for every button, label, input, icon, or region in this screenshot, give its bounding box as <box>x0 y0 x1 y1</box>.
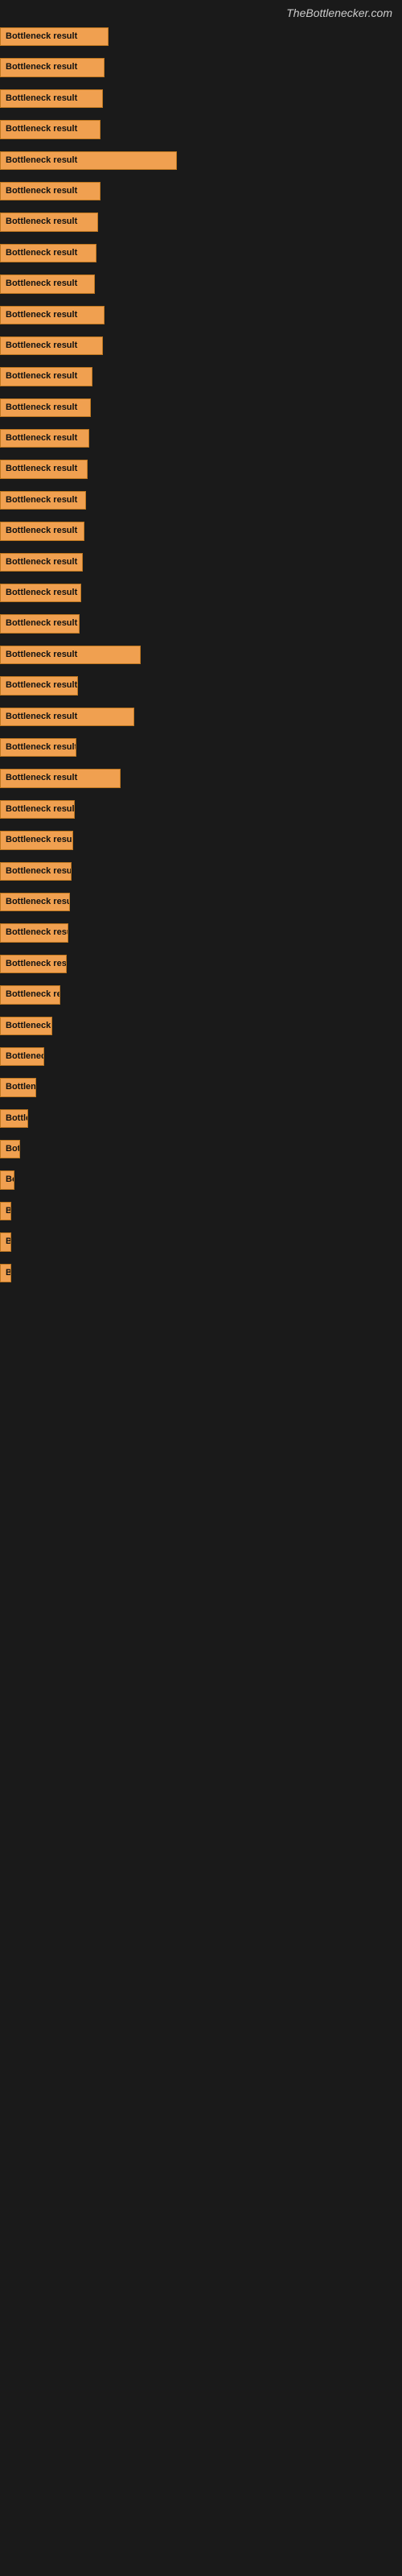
bottleneck-bar[interactable]: Bottleneck result <box>0 1264 11 1282</box>
bar-row: Bottleneck result <box>0 737 402 762</box>
bar-row: Bottleneck result <box>0 861 402 886</box>
bottleneck-bar[interactable]: Bottleneck result <box>0 893 70 911</box>
bottleneck-bar[interactable]: Bottleneck result <box>0 398 91 417</box>
bottleneck-bar[interactable]: Bottleneck result <box>0 120 100 138</box>
bar-row: Bottleneck result <box>0 489 402 515</box>
bottleneck-bar[interactable]: Bottleneck result <box>0 58 105 76</box>
site-title-bar: TheBottlenecker.com <box>0 0 402 23</box>
bar-row: Bottleneck result <box>0 799 402 824</box>
bottleneck-bar[interactable]: Bottleneck result <box>0 769 121 787</box>
bottleneck-bar[interactable]: Bottleneck result <box>0 151 177 170</box>
bottleneck-bar[interactable]: Bottleneck result <box>0 1078 36 1096</box>
bottleneck-bar[interactable]: Bottleneck result <box>0 646 141 664</box>
bottleneck-bar[interactable]: Bottleneck result <box>0 336 103 355</box>
bottleneck-bar[interactable]: Bottleneck result <box>0 306 105 324</box>
bar-row: Bottleneck result <box>0 335 402 361</box>
bottleneck-bar[interactable]: Bottleneck result <box>0 831 73 849</box>
bar-row: Bottleneck result <box>0 1262 402 1288</box>
bottleneck-bar[interactable]: Bottleneck result <box>0 213 98 231</box>
bar-row: Bottleneck result <box>0 1231 402 1257</box>
bar-row: Bottleneck result <box>0 582 402 608</box>
bar-row: Bottleneck result <box>0 397 402 423</box>
bottleneck-bar[interactable]: Bottleneck result <box>0 429 89 448</box>
bottleneck-bar[interactable]: Bottleneck result <box>0 708 134 726</box>
bottleneck-bar[interactable]: Bottleneck result <box>0 1047 44 1066</box>
bar-row: Bottleneck result <box>0 56 402 82</box>
bar-row: Bottleneck result <box>0 1138 402 1164</box>
bottleneck-bar[interactable]: Bottleneck result <box>0 1202 11 1220</box>
bottleneck-bar[interactable]: Bottleneck result <box>0 738 76 757</box>
bottleneck-bar[interactable]: Bottleneck result <box>0 1017 52 1035</box>
bar-row: Bottleneck result <box>0 1015 402 1041</box>
bar-row: Bottleneck result <box>0 953 402 979</box>
site-title: TheBottlenecker.com <box>0 0 402 23</box>
bar-row: Bottleneck result <box>0 88 402 114</box>
bar-row: Bottleneck result <box>0 150 402 175</box>
bar-row: Bottleneck result <box>0 458 402 484</box>
bar-row: Bottleneck result <box>0 427 402 453</box>
bottleneck-bar[interactable]: Bottleneck result <box>0 584 81 602</box>
bar-row: Bottleneck result <box>0 211 402 237</box>
bottleneck-bar[interactable]: Bottleneck result <box>0 862 72 881</box>
bar-row: Bottleneck result <box>0 273 402 299</box>
bar-row: Bottleneck result <box>0 1169 402 1195</box>
bar-row: Bottleneck result <box>0 984 402 1009</box>
bottleneck-bar[interactable]: Bottleneck result <box>0 985 60 1004</box>
bottleneck-bar[interactable]: Bottleneck result <box>0 553 83 572</box>
bar-row: Bottleneck result <box>0 767 402 793</box>
bottleneck-bar[interactable]: Bottleneck result <box>0 27 109 46</box>
bottleneck-bar[interactable]: Bottleneck result <box>0 923 68 942</box>
bottleneck-bar[interactable]: Bottleneck result <box>0 367 92 386</box>
bar-row: Bottleneck result <box>0 613 402 638</box>
bar-row: Bottleneck result <box>0 706 402 732</box>
bar-row: Bottleneck result <box>0 1076 402 1102</box>
bar-row: Bottleneck result <box>0 644 402 670</box>
bar-row: Bottleneck result <box>0 365 402 391</box>
bar-row: Bottleneck result <box>0 1108 402 1133</box>
bottleneck-bar[interactable]: Bottleneck result <box>0 182 100 200</box>
bottleneck-bar[interactable]: Bottleneck result <box>0 1109 28 1128</box>
bar-row: Bottleneck result <box>0 675 402 700</box>
bar-row: Bottleneck result <box>0 922 402 947</box>
bottleneck-bar[interactable]: Bottleneck result <box>0 1232 11 1251</box>
bar-row: Bottleneck result <box>0 26 402 52</box>
bottleneck-bar[interactable]: Bottleneck result <box>0 1140 20 1158</box>
bar-row: Bottleneck result <box>0 520 402 546</box>
bottleneck-bar[interactable]: Bottleneck result <box>0 955 67 973</box>
bottleneck-bar[interactable]: Bottleneck result <box>0 614 80 633</box>
bars-container: Bottleneck result Bottleneck result Bottle… <box>0 23 402 1296</box>
bottleneck-bar[interactable]: Bottleneck result <box>0 275 95 293</box>
bar-row: Bottleneck result <box>0 304 402 330</box>
bottleneck-bar[interactable]: Bottleneck result <box>0 676 78 695</box>
bottleneck-bar[interactable]: Bottleneck result <box>0 460 88 478</box>
bar-row: Bottleneck result <box>0 1200 402 1226</box>
bar-row: Bottleneck result <box>0 1046 402 1071</box>
bottleneck-bar[interactable]: Bottleneck result <box>0 1170 14 1189</box>
bottleneck-bar[interactable]: Bottleneck result <box>0 522 84 540</box>
bar-row: Bottleneck result <box>0 118 402 144</box>
bottleneck-bar[interactable]: Bottleneck result <box>0 800 75 819</box>
bar-row: Bottleneck result <box>0 891 402 917</box>
bar-row: Bottleneck result <box>0 551 402 577</box>
bottleneck-bar[interactable]: Bottleneck result <box>0 491 86 510</box>
bottleneck-bar[interactable]: Bottleneck result <box>0 244 96 262</box>
bar-row: Bottleneck result <box>0 242 402 268</box>
bar-row: Bottleneck result <box>0 180 402 206</box>
bar-row: Bottleneck result <box>0 829 402 855</box>
bottleneck-bar[interactable]: Bottleneck result <box>0 89 103 108</box>
